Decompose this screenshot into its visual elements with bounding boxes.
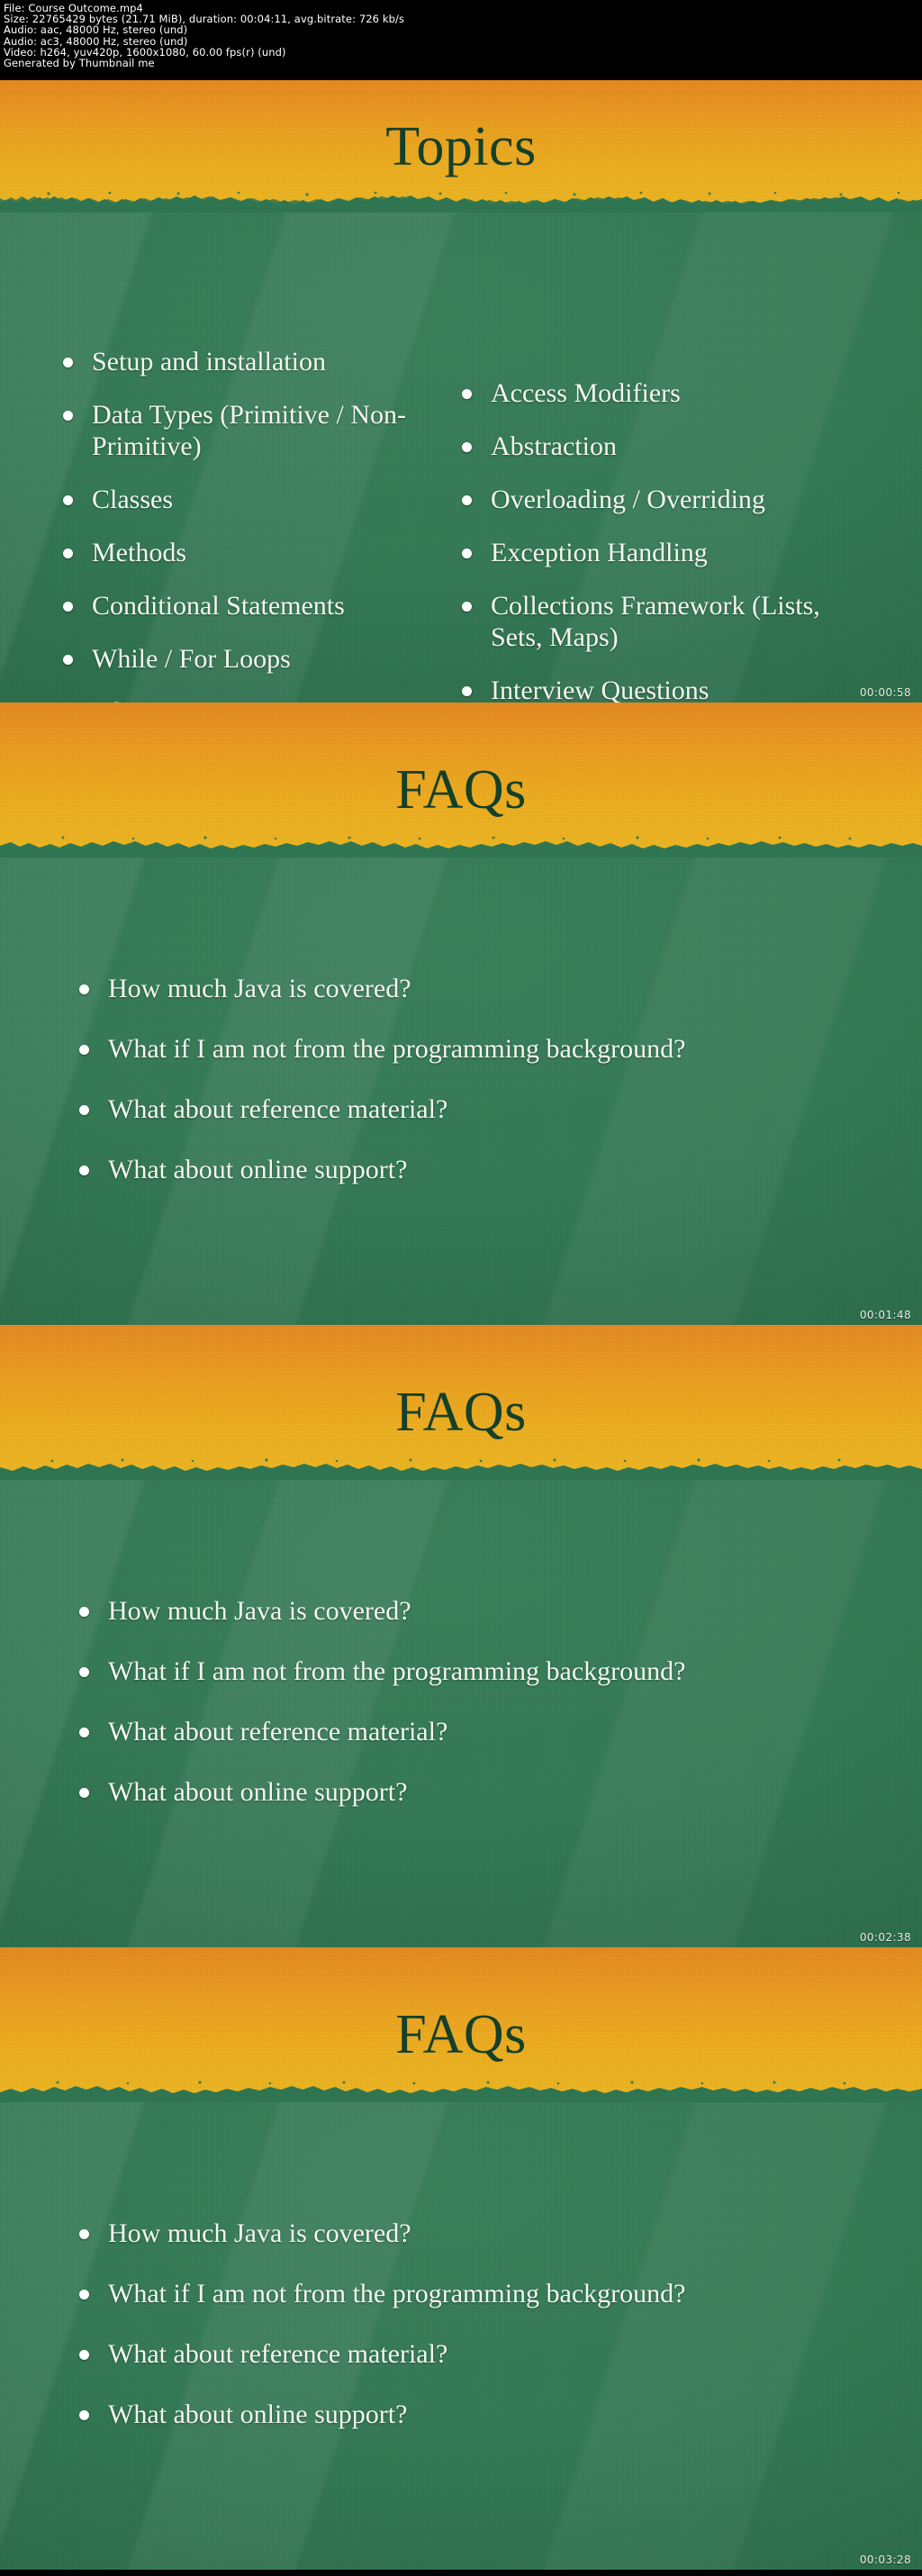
bullet-list: Setup and installation Data Types (Primi… bbox=[56, 346, 452, 703]
list-item: Exception Handling bbox=[455, 537, 878, 568]
list-item: What about online support? bbox=[72, 2399, 828, 2430]
info-line-audio-1: Audio: aac, 48000 Hz, stereo (und) bbox=[4, 23, 188, 37]
list-item: What about reference material? bbox=[72, 1716, 828, 1747]
bullet-list: Access Modifiers Abstraction Overloading… bbox=[455, 377, 878, 703]
bullet-column-left: Setup and installation Data Types (Primi… bbox=[56, 346, 452, 703]
slide-thumbnail[interactable]: Topics Setup and installation Data Types… bbox=[0, 80, 922, 703]
bullet-column-main: How much Java is covered? What if I am n… bbox=[72, 2218, 828, 2459]
list-item: Methods bbox=[56, 537, 452, 568]
bullet-list: How much Java is covered? What if I am n… bbox=[72, 1595, 828, 1808]
list-item: While / For Loops bbox=[56, 643, 452, 675]
list-item: Collections Framework (Lists, Sets, Maps… bbox=[455, 590, 878, 653]
list-item: Data Types (Primitive / Non-Primitive) bbox=[56, 399, 452, 462]
bullet-list: How much Java is covered? What if I am n… bbox=[72, 2218, 828, 2430]
bullet-column-main: How much Java is covered? What if I am n… bbox=[72, 973, 828, 1214]
list-item: Interview Questions bbox=[455, 675, 878, 703]
list-item: What if I am not from the programming ba… bbox=[72, 1033, 828, 1065]
list-item: What if I am not from the programming ba… bbox=[72, 1655, 828, 1687]
list-item: What about online support? bbox=[72, 1776, 828, 1808]
info-line-audio-2: Audio: ac3, 48000 Hz, stereo (und) bbox=[4, 34, 188, 48]
thumbnail-timestamp: 00:01:48 bbox=[859, 1309, 911, 1321]
list-item: What if I am not from the programming ba… bbox=[72, 2278, 828, 2309]
list-item: How much Java is covered? bbox=[72, 973, 828, 1004]
slide-thumbnail[interactable]: FAQs How much Java is covered? What if I… bbox=[0, 1947, 922, 2570]
info-line-generator: Generated by Thumbnail me bbox=[4, 57, 155, 70]
list-item: What about reference material? bbox=[72, 2338, 828, 2370]
list-item: What about online support? bbox=[72, 1154, 828, 1185]
bullet-columns: How much Java is covered? What if I am n… bbox=[0, 703, 922, 1325]
bullet-column-main: How much Java is covered? What if I am n… bbox=[72, 1595, 828, 1837]
list-item: How much Java is covered? bbox=[72, 2218, 828, 2249]
bullet-columns: Setup and installation Data Types (Primi… bbox=[0, 80, 922, 703]
list-item: Access Modifiers bbox=[455, 377, 878, 409]
list-item: Inheritance bbox=[56, 696, 452, 703]
media-info-header: File: Course Outcome.mp4 Size: 22765429 … bbox=[0, 0, 922, 80]
slide-thumbnail[interactable]: FAQs How much Java is covered? What if I… bbox=[0, 703, 922, 1325]
bullet-columns: How much Java is covered? What if I am n… bbox=[0, 1947, 922, 2570]
list-item: How much Java is covered? bbox=[72, 1595, 828, 1627]
list-item: Setup and installation bbox=[56, 346, 452, 377]
list-item: Classes bbox=[56, 484, 452, 515]
list-item: Abstraction bbox=[455, 431, 878, 462]
thumbnail-timestamp: 00:03:28 bbox=[859, 2553, 911, 2566]
thumbnail-timestamp: 00:02:38 bbox=[859, 1931, 911, 1944]
list-item: Overloading / Overriding bbox=[455, 484, 878, 515]
slide-thumbnail[interactable]: FAQs How much Java is covered? What if I… bbox=[0, 1325, 922, 1947]
bullet-column-right: Access Modifiers Abstraction Overloading… bbox=[455, 377, 878, 703]
bullet-list: How much Java is covered? What if I am n… bbox=[72, 973, 828, 1185]
list-item: Conditional Statements bbox=[56, 590, 452, 621]
thumbnail-sheet: Topics Setup and installation Data Types… bbox=[0, 80, 922, 2570]
list-item: What about reference material? bbox=[72, 1093, 828, 1125]
thumbnail-timestamp: 00:00:58 bbox=[859, 686, 911, 699]
bullet-columns: How much Java is covered? What if I am n… bbox=[0, 1325, 922, 1947]
